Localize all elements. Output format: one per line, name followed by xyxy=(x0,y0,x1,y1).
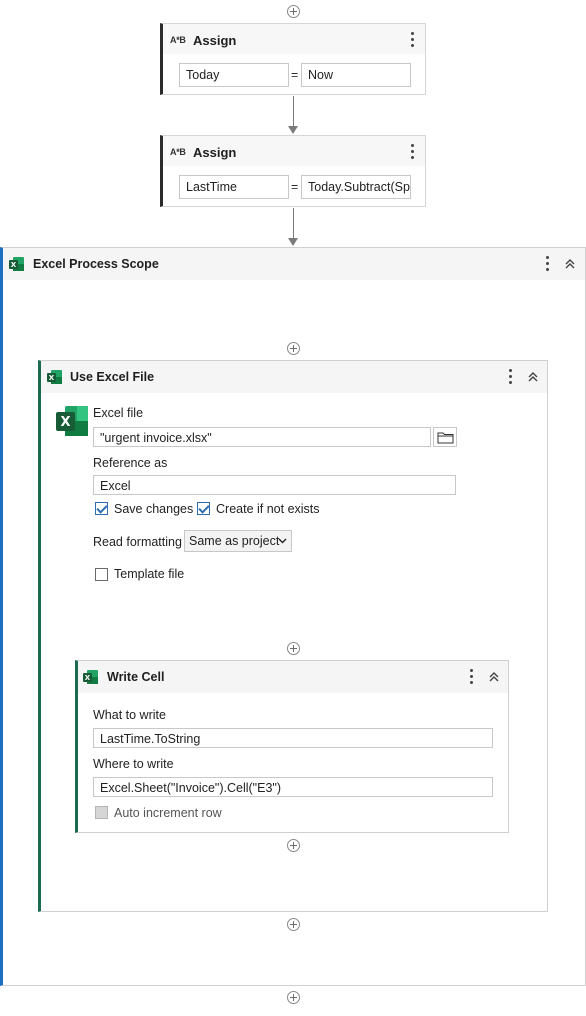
collapse-chevron-icon[interactable] xyxy=(564,258,576,270)
template-file-label: Template file xyxy=(114,567,185,581)
arrow-down-icon xyxy=(288,126,298,134)
assign-activity-1[interactable]: A*B Assign Today = Now xyxy=(160,23,426,95)
where-to-write-input[interactable]: Excel.Sheet("Invoice").Cell("E3") xyxy=(93,777,493,797)
connector-line xyxy=(293,96,294,126)
process-scope-title: Excel Process Scope xyxy=(33,257,159,271)
excel-file-icon: X xyxy=(56,406,88,436)
dropdown-chevron-icon xyxy=(278,538,287,544)
save-changes-label: Save changes xyxy=(114,502,194,516)
kebab-icon[interactable] xyxy=(411,144,415,162)
kebab-icon[interactable] xyxy=(546,256,550,274)
read-formatting-label: Read formatting xyxy=(93,535,182,549)
excel-icon: X xyxy=(47,370,62,384)
equals-sign: = xyxy=(291,68,299,82)
what-to-write-input[interactable]: LastTime.ToString xyxy=(93,728,493,748)
read-formatting-select[interactable]: Same as project xyxy=(184,530,292,552)
arrow-down-icon xyxy=(288,238,298,246)
svg-text:X: X xyxy=(85,674,91,682)
add-activity-plus-icon[interactable] xyxy=(287,342,300,355)
assign-target-field[interactable]: LastTime xyxy=(179,175,289,199)
collapse-chevron-icon[interactable] xyxy=(488,671,500,683)
collapse-chevron-icon[interactable] xyxy=(527,371,539,383)
kebab-icon[interactable] xyxy=(470,669,474,687)
auto-increment-row-label: Auto increment row xyxy=(114,806,222,820)
where-to-write-label: Where to write xyxy=(93,757,174,771)
svg-text:X: X xyxy=(60,415,70,430)
assign-header: A*B Assign xyxy=(163,136,425,166)
use-excel-header: X Use Excel File xyxy=(41,361,547,393)
add-activity-plus-icon[interactable] xyxy=(287,991,300,1004)
svg-text:X: X xyxy=(49,374,55,382)
connector-line xyxy=(293,208,294,238)
assign-target-field[interactable]: Today xyxy=(179,63,289,87)
assign-icon: A*B xyxy=(170,147,186,157)
kebab-icon[interactable] xyxy=(411,32,415,50)
create-if-not-exists-label: Create if not exists xyxy=(216,502,320,516)
add-activity-plus-icon[interactable] xyxy=(287,5,300,18)
browse-folder-button[interactable] xyxy=(433,427,457,447)
assign-value-field[interactable]: Now xyxy=(301,63,411,87)
svg-text:X: X xyxy=(11,261,17,269)
assign-header: A*B Assign xyxy=(163,24,425,54)
add-activity-plus-icon[interactable] xyxy=(287,839,300,852)
add-activity-plus-icon[interactable] xyxy=(287,642,300,655)
auto-increment-row-checkbox[interactable] xyxy=(95,806,108,819)
add-activity-plus-icon[interactable] xyxy=(287,918,300,931)
assign-activity-2[interactable]: A*B Assign LastTime = Today.Subtract(Sp xyxy=(160,135,426,207)
create-if-not-exists-checkbox[interactable] xyxy=(197,502,210,515)
assign-icon: A*B xyxy=(170,35,186,45)
kebab-icon[interactable] xyxy=(509,369,513,387)
write-cell-header: X Write Cell xyxy=(78,661,508,693)
template-file-checkbox[interactable] xyxy=(95,568,108,581)
reference-as-input[interactable]: Excel xyxy=(93,475,456,495)
excel-file-label: Excel file xyxy=(93,406,144,420)
assign-title: Assign xyxy=(193,33,237,48)
use-excel-title: Use Excel File xyxy=(70,370,155,384)
what-to-write-label: What to write xyxy=(93,708,166,722)
read-formatting-value: Same as project xyxy=(189,534,280,548)
assign-value-field[interactable]: Today.Subtract(Sp xyxy=(301,175,411,199)
excel-file-input[interactable]: "urgent invoice.xlsx" xyxy=(93,427,431,447)
folder-icon xyxy=(437,432,454,444)
write-cell-activity[interactable]: X Write Cell What to write LastTime.ToSt… xyxy=(75,660,509,833)
excel-icon: X xyxy=(83,670,98,684)
excel-icon: X xyxy=(9,257,24,271)
reference-as-label: Reference as xyxy=(93,456,168,470)
save-changes-checkbox[interactable] xyxy=(95,502,108,515)
process-scope-header: X Excel Process Scope xyxy=(3,248,585,280)
equals-sign: = xyxy=(291,180,299,194)
assign-title: Assign xyxy=(193,145,237,160)
write-cell-title: Write Cell xyxy=(107,670,165,684)
